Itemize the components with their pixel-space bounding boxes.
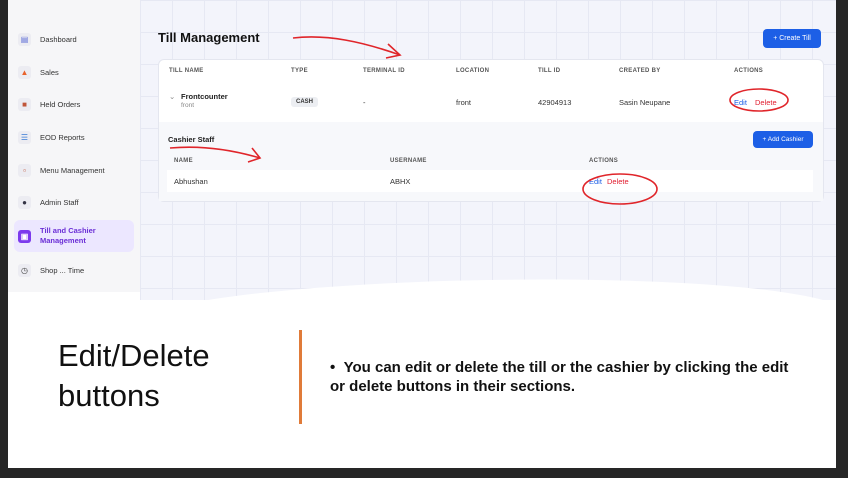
annotation-arrow-title <box>292 36 401 56</box>
annotation-arrow-cashier <box>169 146 261 159</box>
slide: ▤ Dashboard ▲ Sales ■ Held Orders ☰ EOD … <box>8 0 836 468</box>
annotation-circle-cashier-actions <box>582 173 658 205</box>
slide-bullet: • You can edit or delete the till or the… <box>330 359 789 395</box>
slide-heading: Edit/Delete buttons <box>58 338 210 413</box>
slide-divider <box>299 330 302 424</box>
annotation-circle-till-actions <box>729 88 789 112</box>
slide-bullet-text: You can edit or delete the till or the c… <box>330 359 789 395</box>
